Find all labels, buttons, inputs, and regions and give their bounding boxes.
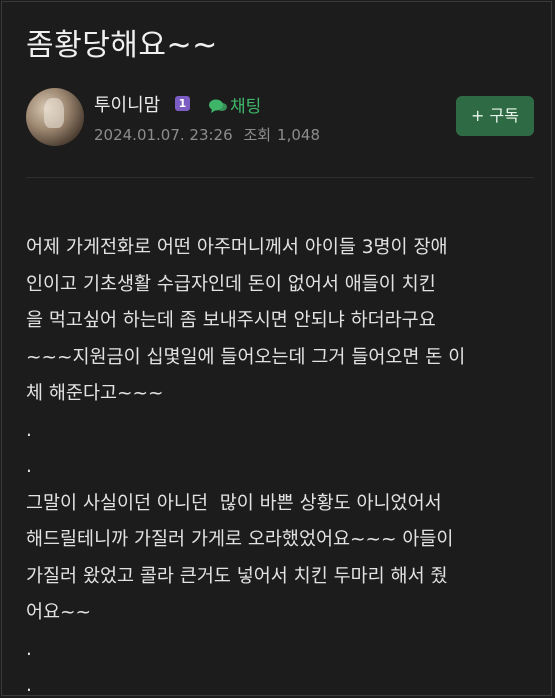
avatar[interactable] (26, 88, 84, 146)
chat-bubble-icon (208, 98, 228, 119)
post-date: 2024.01.07. 23:26 (94, 126, 233, 144)
chat-label: 채팅 (230, 97, 262, 117)
views-count: 1,048 (277, 126, 320, 144)
post-container: 좀황당해요~~ 투이니맘 1 채팅 2024.01.07. 23:26 조회 1,… (1, 1, 552, 696)
body-line: ~~~지원금이 십몇일에 들어오는데 그거 들어오면 돈 이 (26, 346, 466, 368)
body-line: . (26, 675, 32, 696)
chat-button[interactable]: 채팅 (208, 92, 261, 119)
body-line: 해드릴테니까 가질러 가게로 오라했었어요~~~ 아들이 (26, 529, 454, 550)
body-line: 가질러 왔었고 콜라 큰거도 넣어서 치킨 두마리 해서 줬 (26, 565, 448, 587)
views-label: 조회 (243, 126, 272, 144)
body-line: 그말이 사실이던 아니던 많이 바쁜 상황도 아니었어서 (26, 492, 442, 514)
post-body: 어제 가게전화로 어떤 아주머니께서 아이들 3명이 장애 인이고 기초생활 수… (26, 230, 531, 696)
body-line: . (26, 456, 32, 477)
body-line: 체 해준다고~~~ (26, 383, 164, 404)
body-line: . (26, 419, 32, 441)
post-meta: 2024.01.07. 23:26 조회 1,048 (94, 124, 326, 145)
divider (26, 177, 534, 178)
post-title: 좀황당해요~~ (26, 28, 218, 63)
body-line: 을 먹고싶어 하는데 좀 보내주시면 안되냐 하더라구요 (26, 310, 436, 331)
body-line: 어요~~ (26, 602, 92, 623)
body-line: 인이고 기초생활 수급자인데 돈이 없어서 애들이 치킨 (26, 273, 436, 295)
level-badge: 1 (175, 96, 190, 111)
subscribe-button[interactable]: + 구독 (456, 96, 534, 136)
body-line: . (26, 638, 32, 660)
author-name[interactable]: 투이니맘 (94, 91, 160, 117)
author-header: 투이니맘 1 채팅 2024.01.07. 23:26 조회 1,048 + 구독 (26, 88, 534, 152)
body-line: 어제 가게전화로 어떤 아주머니께서 아이들 3명이 장애 (26, 237, 448, 258)
